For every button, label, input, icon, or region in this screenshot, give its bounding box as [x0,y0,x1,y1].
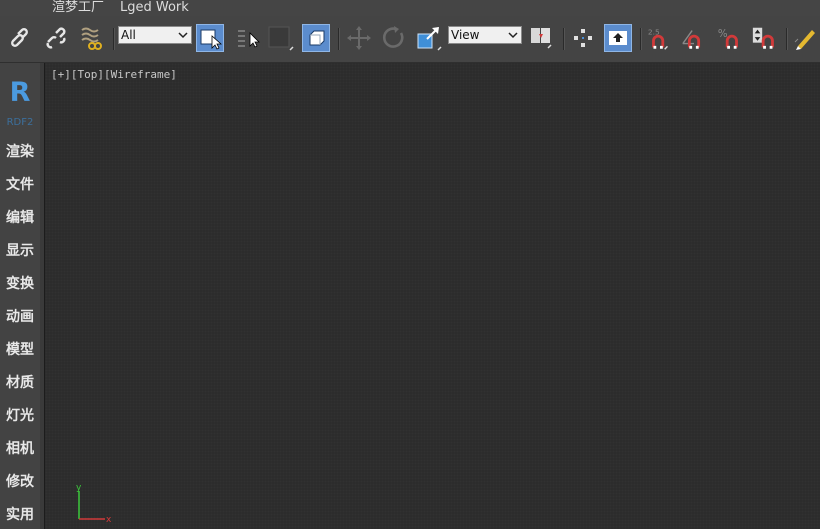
unlink-icon [46,27,66,49]
select-by-name-button[interactable] [234,24,262,52]
menu-bar: 渲梦工厂 Lged Work [0,0,820,16]
window-crossing-button[interactable] [302,24,330,52]
toolbar-separator [640,28,642,50]
link-icon [11,28,28,47]
use-pivot-center-button[interactable] [528,24,556,52]
snap-toggle-button[interactable]: 2.5 [646,24,674,52]
sidebar-item-file[interactable]: 文件 [0,173,40,197]
sidebar-item-light[interactable]: 灯光 [0,404,40,428]
select-manipulate-button[interactable] [569,24,597,52]
sidebar-item-camera[interactable]: 相机 [0,437,40,461]
toolbar-separator [113,28,115,50]
rectangular-selection-button[interactable] [266,24,294,52]
select-object-icon [200,29,222,50]
sidebar-item-edit[interactable]: 编辑 [0,206,40,230]
spinner-snap-button[interactable] [751,24,779,52]
toolbar-separator [338,28,340,50]
axis-x-label: x [106,515,111,525]
viewport-point-of-view-menu[interactable]: [Top] [71,68,104,81]
select-object-button[interactable] [196,24,224,52]
keyboard-override-button[interactable] [604,24,632,52]
toolbar-separator [786,28,788,50]
axis-y-label: y [76,483,82,493]
viewport-label: [+][Top][Wireframe] [51,68,177,81]
edit-named-sets-icon [794,30,815,50]
snap-2d-icon: 2.5 [648,27,668,50]
snap-percent-icon: % [718,28,738,49]
main-toolbar: All View 2.5 % [0,16,820,63]
command-sidebar: R RDF2 渲染 文件 编辑 显示 变换 动画 模型 材质 灯光 相机 修改 … [0,63,40,529]
toolbar-separator [563,28,565,50]
edit-named-sets-button[interactable] [792,24,820,52]
viewport-shading-menu[interactable]: [Wireframe] [104,68,177,81]
sidebar-item-render[interactable]: 渲染 [0,140,40,164]
bind-space-warp-icon [81,27,102,50]
viewport-general-menu[interactable]: [+] [51,68,71,81]
axis-tripod-icon: y x [76,483,111,525]
use-pivot-center-icon [531,28,552,49]
top-viewport[interactable]: [+][Top][Wireframe] y x [44,63,820,529]
app-window: 渲梦工厂 Lged Work All View 2.5 % R RDF2 渲染 … [0,0,820,529]
sidebar-item-display[interactable]: 显示 [0,239,40,263]
select-scale-icon [417,27,442,51]
reference-coordinate-value: View [451,28,480,42]
select-rotate-button[interactable] [379,24,407,52]
sidebar-item-modify[interactable]: 修改 [0,470,40,494]
select-move-button[interactable] [345,24,373,52]
sidebar-item-transform[interactable]: 变换 [0,272,40,296]
menu-item-xuanmeng[interactable]: 渲梦工厂 [52,0,104,16]
sidebar-item-model[interactable]: 模型 [0,338,40,362]
rdf-logo[interactable]: R [6,77,34,109]
select-by-name-icon [238,30,260,48]
selection-filter-dropdown[interactable]: All [118,26,192,44]
sidebar-item-utility[interactable]: 实用 [0,503,40,527]
bind-space-warp-button[interactable] [78,24,106,52]
sidebar-item-animation[interactable]: 动画 [0,305,40,329]
select-scale-button[interactable] [414,24,442,52]
angle-snap-button[interactable] [680,24,708,52]
selection-filter-value: All [121,28,136,42]
select-move-icon [347,26,371,50]
reference-coordinate-dropdown[interactable]: View [448,26,522,44]
sidebar-item-material[interactable]: 材质 [0,371,40,395]
rectangular-selection-icon [268,26,294,51]
snap-spinner-icon [752,27,774,49]
select-rotate-icon [382,26,404,48]
menu-item-lged-work[interactable]: Lged Work [120,0,189,16]
unlink-button[interactable] [42,24,70,52]
keyboard-override-icon [609,31,627,45]
chevron-down-icon [508,32,518,39]
select-manipulate-icon [574,29,592,47]
percent-snap-button[interactable]: % [716,24,744,52]
window-crossing-icon [309,30,325,46]
link-button[interactable] [6,24,34,52]
chevron-down-icon [178,32,188,39]
snap-angle-icon [682,30,701,49]
logo-caption: RDF2 [6,117,34,128]
